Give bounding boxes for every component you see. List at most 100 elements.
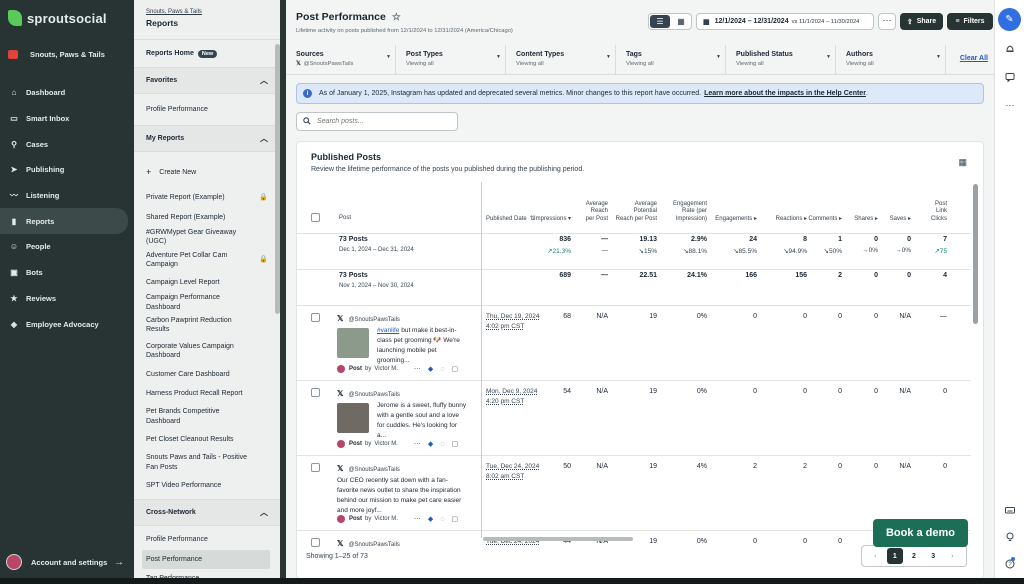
keyboard-icon[interactable] (1004, 504, 1016, 516)
filter-published-status[interactable]: Published Status Viewing all ▼ (726, 45, 836, 74)
nav-item-employee-advocacy[interactable]: ◈ Employee Advocacy (0, 311, 134, 337)
column-header-published-date[interactable]: Published Date ⇅ (486, 215, 535, 222)
column-header-comments[interactable]: Comments ▸ (808, 216, 842, 224)
reply-icon[interactable]: ▢ (451, 440, 458, 448)
post-text[interactable]: #vanlife but make it best-in-class pet g… (377, 326, 467, 366)
tag-icon[interactable]: ◆ (428, 515, 433, 523)
row-checkbox[interactable] (311, 538, 320, 547)
columns-icon[interactable]: ▦ (958, 157, 967, 168)
my-reports-section-toggle[interactable]: My Reports ︿ (134, 125, 280, 152)
search-input[interactable] (317, 118, 447, 125)
column-header-engagement-rate-per-impression-[interactable]: Engagement Rate (per Impression) (673, 201, 707, 224)
page-1-button[interactable]: 1 (886, 548, 903, 564)
star-icon[interactable]: ☆ (392, 12, 401, 23)
org-switcher[interactable]: Snouts, Paws & Tails (0, 36, 134, 72)
select-all-checkbox[interactable] (311, 213, 320, 222)
row-checkbox[interactable] (311, 313, 320, 322)
column-header-reactions[interactable]: Reactions ▸ (776, 216, 807, 224)
report-item[interactable]: Snouts Paws and Tails - Positive Fan Pos… (134, 450, 280, 476)
filter-authors[interactable]: Authors Viewing all ▼ (836, 45, 946, 74)
filter-post-types[interactable]: Post Types Viewing all ▼ (396, 45, 506, 74)
compose-icon[interactable]: ✎ (998, 8, 1021, 31)
bell-icon[interactable] (1004, 43, 1016, 55)
report-item[interactable]: Pet Brands Competitive Dashboard (134, 404, 280, 430)
nav-item-smart-inbox[interactable]: ▭ Smart Inbox (0, 106, 134, 132)
book-demo-button[interactable]: Book a demo (873, 519, 968, 547)
table-row[interactable]: 𝕏 @SnoutsPawsTails Our CEO recently sat do… (297, 456, 971, 531)
column-header-saves[interactable]: Saves ▸ (890, 216, 911, 224)
cross-item-profile-performance[interactable]: Profile Performance (134, 530, 280, 550)
create-new-report-button[interactable]: + Create New (134, 162, 280, 182)
report-item[interactable]: Harness Product Recall Report (134, 384, 280, 404)
prev-page-icon[interactable]: ‹ (868, 548, 884, 564)
tag-icon[interactable]: ◆ (428, 440, 433, 448)
comment-icon[interactable]: ◌ (440, 366, 444, 373)
breadcrumb[interactable]: Snouts, Paws & Tails (146, 9, 268, 15)
report-item[interactable]: Corporate Values Campaign Dashboard (134, 338, 280, 364)
table-row[interactable]: 𝕏 @SnoutsPawsTails #vanlife but make it be… (297, 306, 971, 381)
nav-item-reviews[interactable]: ★ Reviews (0, 286, 134, 312)
cross-network-section-toggle[interactable]: Cross-Network ︿ (134, 499, 280, 527)
report-item[interactable]: #GRWMypet Gear Giveaway (UGC) (134, 227, 280, 247)
column-header-engagements[interactable]: Engagements ▸ (715, 216, 757, 224)
nav-item-people[interactable]: ☺ People (0, 234, 134, 260)
post-thumbnail[interactable] (337, 403, 369, 433)
table-vertical-scrollbar[interactable] (973, 184, 978, 324)
column-header-post[interactable]: Post (339, 215, 351, 221)
page-2-button[interactable]: 2 (906, 548, 922, 564)
report-item[interactable]: Campaign Level Report (134, 273, 280, 293)
column-header-shares[interactable]: Shares ▸ (854, 216, 878, 224)
account-settings[interactable]: Account and settings → (0, 548, 134, 576)
post-text[interactable]: Our CEO recently sat down with a fan-fav… (337, 476, 469, 516)
nav-item-dashboard[interactable]: ⌂ Dashboard (0, 80, 134, 106)
clear-all-link[interactable]: Clear All (960, 55, 988, 62)
report-item[interactable]: Private Report (Example) 🔒 (134, 188, 280, 208)
table-horizontal-scrollbar[interactable] (483, 537, 633, 541)
filter-sources[interactable]: Sources 𝕏 @SnoutsPawsTails ▼ (286, 45, 396, 74)
favorites-section-toggle[interactable]: Favorites ︿ (134, 67, 280, 94)
report-item[interactable]: SPT Video Performance (134, 476, 280, 496)
comment-icon[interactable]: ◌ (440, 516, 444, 523)
reports-home-link[interactable]: Reports Home New (134, 40, 280, 67)
cross-item-post-performance[interactable]: Post Performance (142, 550, 270, 570)
nav-item-listening[interactable]: 〰 Listening (0, 183, 134, 209)
nav-item-reports[interactable]: ▮ Reports (0, 208, 128, 235)
report-item[interactable]: Adventure Pet Collar Cam Campaign 🔒 (134, 247, 280, 273)
report-item[interactable]: Campaign Performance Dashboard (134, 293, 280, 313)
report-item[interactable]: Customer Care Dashboard (134, 364, 280, 384)
report-item[interactable]: Carbon Pawprint Reduction Results (134, 312, 280, 338)
page-3-button[interactable]: 3 (925, 548, 941, 564)
nav-item-bots[interactable]: ▣ Bots (0, 260, 134, 286)
report-item[interactable]: Shared Report (Example) (134, 208, 280, 228)
more-actions-icon[interactable]: ⋯ (414, 365, 421, 373)
post-text[interactable]: Jerome is a sweet, fluffy bunny with a g… (377, 401, 467, 441)
comment-icon[interactable]: ◌ (440, 441, 444, 448)
report-item[interactable]: Pet Closet Cleanout Results (134, 430, 280, 450)
reply-icon[interactable]: ▢ (451, 365, 458, 373)
filter-content-types[interactable]: Content Types Viewing all ▼ (506, 45, 616, 74)
date-range-picker[interactable]: ▦ 12/1/2024 – 12/31/2024 vs 11/1/2024 – … (696, 13, 874, 30)
table-row[interactable]: 𝕏 @SnoutsPawsTails Jerome is a sweet, fluf… (297, 381, 971, 456)
more-options-button[interactable]: ⋯ (878, 13, 896, 30)
column-header-average-potential-reach-per-post[interactable]: Average Potential Reach per Post (616, 201, 657, 224)
favorite-item[interactable]: Profile Performance (134, 94, 280, 125)
more-icon[interactable]: ⋯ (1004, 99, 1016, 111)
tag-icon[interactable]: ◆ (428, 365, 433, 373)
messages-icon[interactable] (1004, 71, 1016, 83)
more-actions-icon[interactable]: ⋯ (414, 515, 421, 523)
brand-logo[interactable]: sproutsocial (0, 0, 134, 36)
more-actions-icon[interactable]: ⋯ (414, 440, 421, 448)
filters-button[interactable]: ≡ Filters (947, 13, 993, 30)
nav-item-publishing[interactable]: ➤ Publishing (0, 157, 134, 183)
column-header-post-link-clicks[interactable]: Post Link Clicks (931, 201, 947, 224)
grid-view-icon[interactable]: ▦ (671, 14, 691, 29)
row-checkbox[interactable] (311, 388, 320, 397)
post-hashtag[interactable]: #vanlife (377, 327, 399, 334)
post-thumbnail[interactable] (337, 328, 369, 358)
next-page-icon[interactable]: › (944, 548, 960, 564)
reply-icon[interactable]: ▢ (451, 515, 458, 523)
list-view-icon[interactable]: ☰ (650, 15, 670, 28)
share-button[interactable]: ⇪ Share (900, 13, 943, 30)
row-checkbox[interactable] (311, 463, 320, 472)
column-header-impressions[interactable]: Impressions ▾ (534, 216, 571, 224)
